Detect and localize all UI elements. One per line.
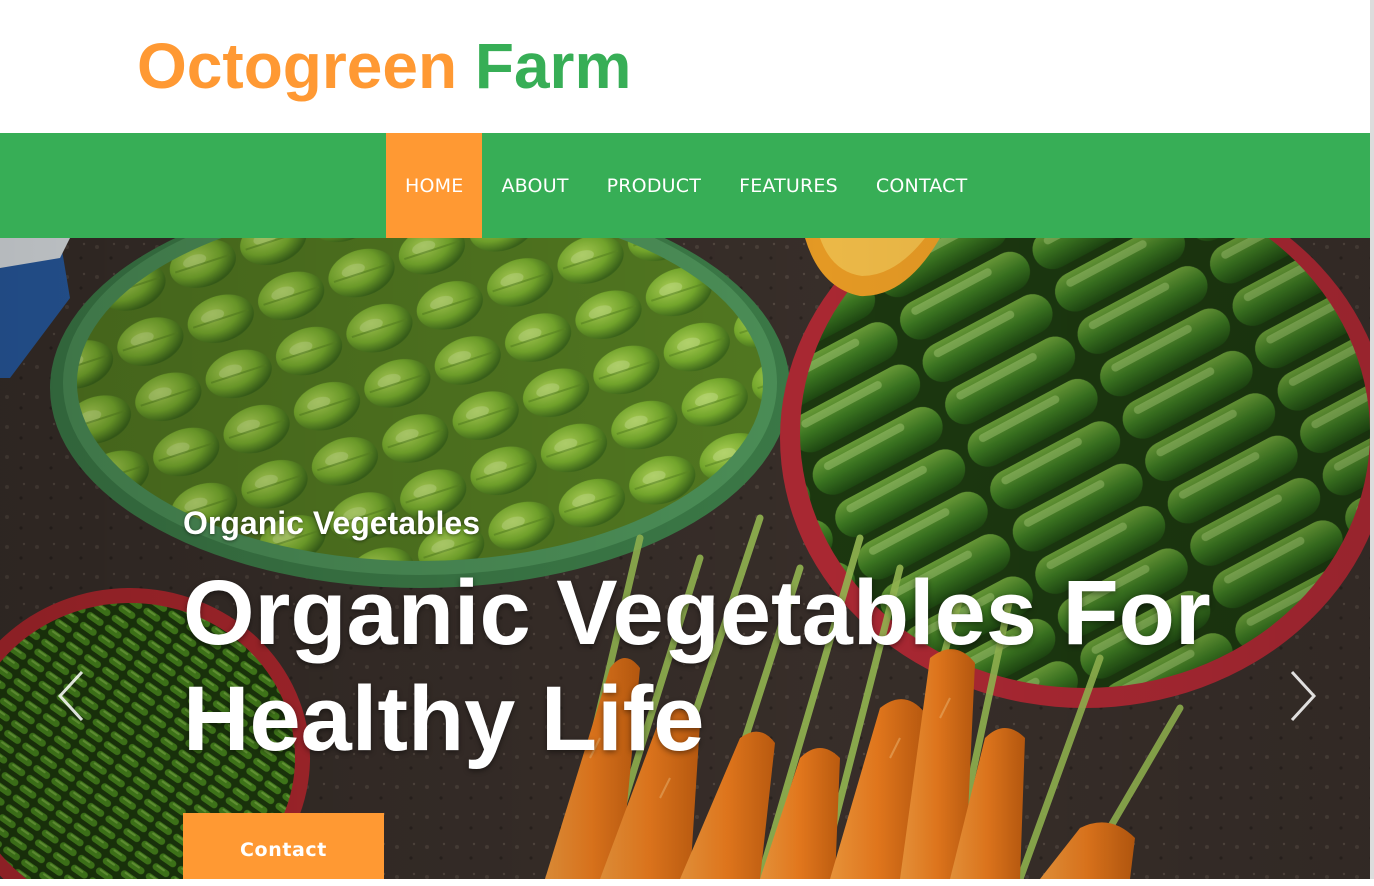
main-navigation: HOME ABOUT PRODUCT FEATURES CONTACT [0, 133, 1370, 238]
hero-title: Organic Vegetables For Healthy Life [183, 562, 1211, 770]
site-logo[interactable]: Octogreen Farm [137, 26, 631, 106]
nav-item-product[interactable]: PRODUCT [588, 133, 720, 238]
chevron-right-icon[interactable] [1282, 668, 1322, 724]
site-header: Octogreen Farm [0, 0, 1370, 133]
hero-subtitle: Organic Vegetables [183, 505, 481, 541]
logo-word-octogreen: Octogreen [137, 30, 458, 102]
nav-item-about[interactable]: ABOUT [482, 133, 587, 238]
window-edge [1370, 0, 1374, 879]
contact-button[interactable]: Contact [183, 813, 384, 879]
nav-menu: HOME ABOUT PRODUCT FEATURES CONTACT [386, 133, 986, 238]
nav-item-features[interactable]: FEATURES [720, 133, 857, 238]
nav-item-home[interactable]: HOME [386, 133, 483, 238]
logo-word-farm: Farm [474, 30, 632, 102]
nav-item-contact[interactable]: CONTACT [857, 133, 987, 238]
hero-slider [0, 238, 1370, 879]
hero-overlay [0, 238, 1370, 879]
chevron-left-icon[interactable] [52, 668, 92, 724]
